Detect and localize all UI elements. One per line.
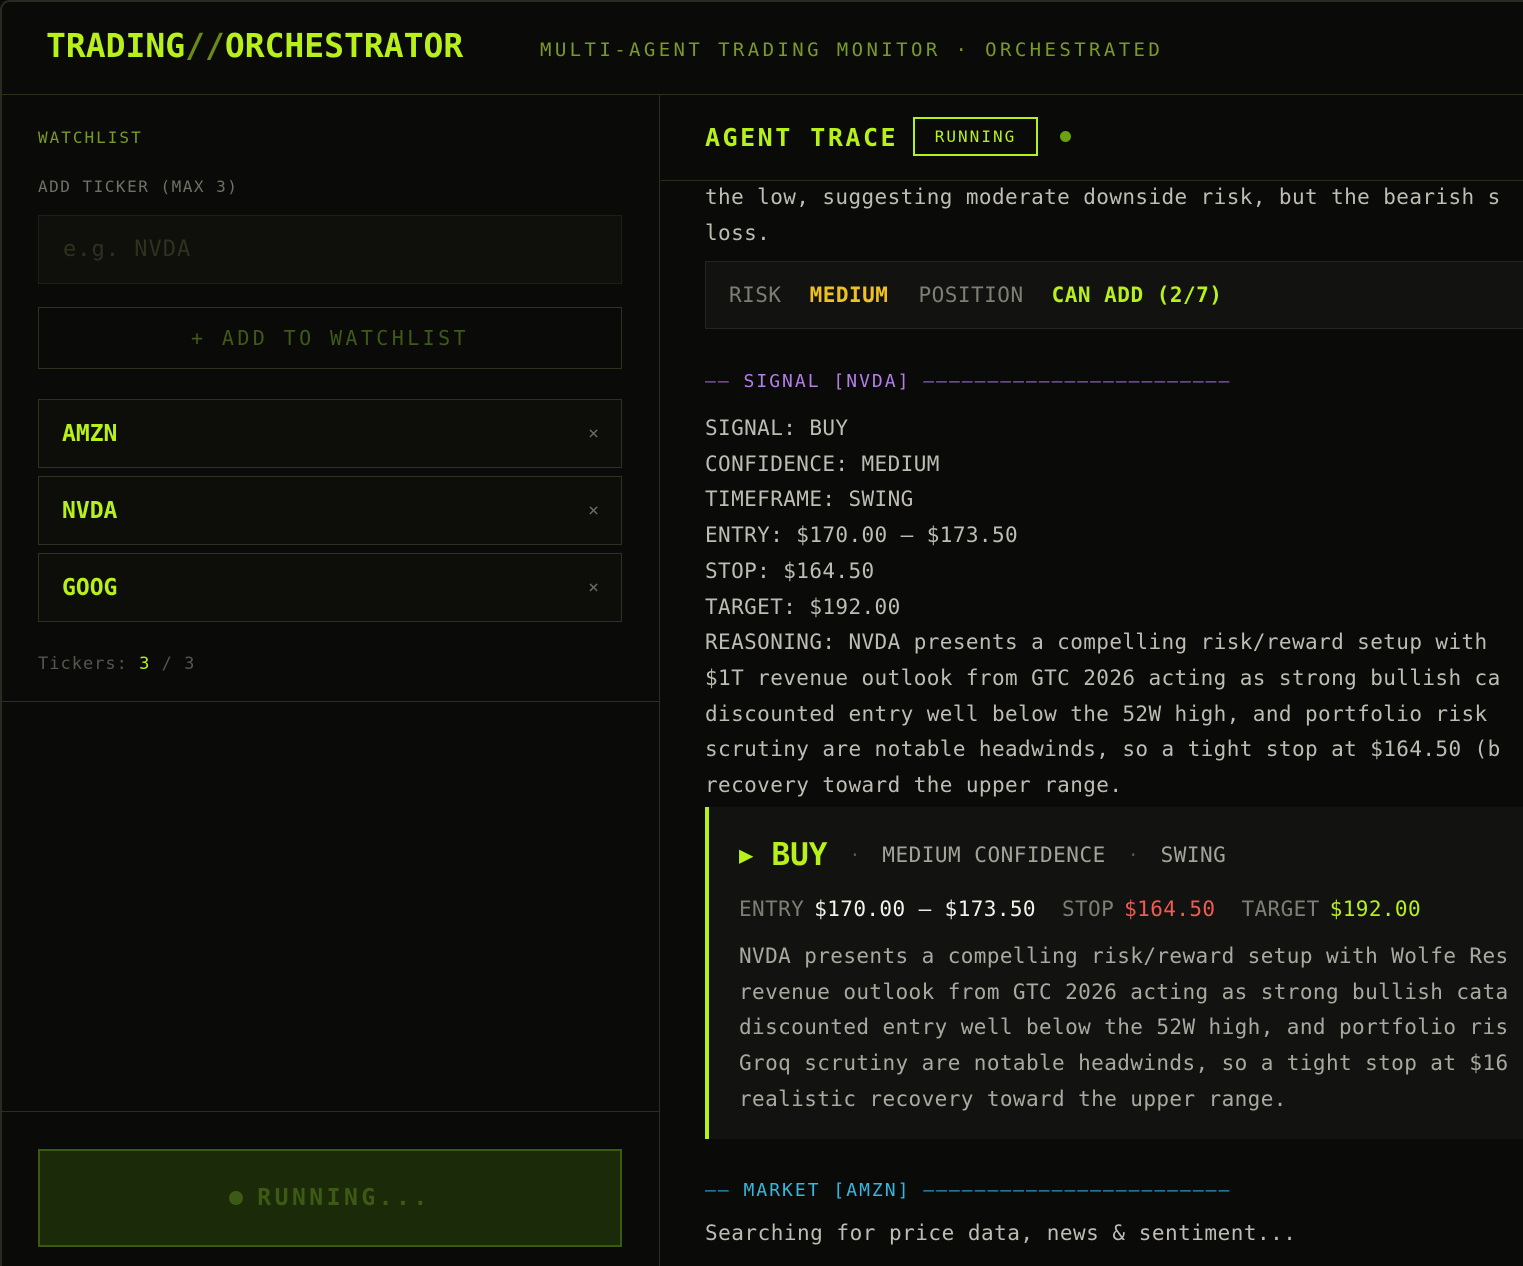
add-ticker-label: ADD TICKER (MAX 3) xyxy=(38,177,239,196)
signal-prices: ENTRY $170.00 – $173.50 STOP $164.50 TARGET $… xyxy=(739,897,1421,921)
stop-label: STOP xyxy=(1061,897,1115,921)
app-window: TRADING//ORCHESTRATOR MULTI-AGENT TRADIN… xyxy=(0,0,1523,1266)
trace-title: AGENT TRACE xyxy=(705,123,899,152)
status-dot-icon xyxy=(229,1191,244,1205)
stop-value: $164.50 xyxy=(1124,897,1216,921)
market-status-text: Searching for price data, news & sentime… xyxy=(705,1221,1297,1245)
divider xyxy=(2,701,660,702)
signal-section-header: —— SIGNAL [NVDA] ———————————————————————… xyxy=(705,371,1232,392)
trace-line: STOP: $164.50 xyxy=(705,558,875,583)
trace-line: CONFIDENCE: MEDIUM xyxy=(705,451,940,476)
signal-timeframe: SWING xyxy=(1160,843,1227,867)
play-triangle-icon: ▶ xyxy=(739,841,754,869)
trace-line: ENTRY: $170.00 – $173.50 xyxy=(705,523,1019,548)
watchlist-panel: WATCHLIST ADD TICKER (MAX 3) + ADD TO WA… xyxy=(2,95,660,1266)
trace-line: scrutiny are notable headwinds, so a tig… xyxy=(705,737,1501,762)
market-section-header: —— MARKET [AMZN] ———————————————————————… xyxy=(705,1180,1232,1201)
ticker-input[interactable] xyxy=(38,215,622,284)
signal-reasoning: NVDA presents a compelling risk/reward s… xyxy=(739,939,1509,1118)
trace-line: the low, suggesting moderate downside ri… xyxy=(705,185,1501,209)
target-value: $192.00 xyxy=(1329,897,1422,921)
entry-value: $170.00 – $173.50 xyxy=(814,897,1036,921)
signal-confidence: MEDIUM CONFIDENCE xyxy=(882,843,1106,867)
status-badge: RUNNING xyxy=(913,117,1038,156)
target-label: TARGET xyxy=(1241,897,1320,921)
reasoning-line: discounted entry well below the 52W high… xyxy=(739,1015,1509,1040)
trace-line: loss. xyxy=(705,220,771,245)
app-header: TRADING//ORCHESTRATOR MULTI-AGENT TRADIN… xyxy=(2,2,1523,95)
bullet-separator: · xyxy=(1127,844,1139,866)
entry-label: ENTRY xyxy=(739,897,805,921)
watchlist-symbol: AMZN xyxy=(62,420,118,447)
trace-line: TARGET: $192.00 xyxy=(705,594,901,619)
trace-line: REASONING: NVDA presents a compelling ri… xyxy=(705,630,1488,655)
pulse-dot-icon xyxy=(1060,131,1071,142)
divider xyxy=(2,1111,660,1112)
trace-line: TIMEFRAME: SWING xyxy=(705,487,914,512)
signal-action: BUY xyxy=(771,837,828,873)
trace-previous-text: the low, suggesting moderate downside ri… xyxy=(705,181,1523,251)
trace-line: discounted entry well below the 52W high… xyxy=(705,701,1488,726)
position-label: POSITION xyxy=(918,283,1024,307)
trace-line: $1T revenue outlook from GTC 2026 acting… xyxy=(705,665,1501,690)
watchlist-item-nvda[interactable]: NVDA × xyxy=(38,476,622,545)
trace-line: recovery toward the upper range. xyxy=(705,773,1123,798)
app-logo: TRADING//ORCHESTRATOR xyxy=(46,26,464,65)
risk-summary-bar: RISK MEDIUM POSITION CAN ADD (2/7) xyxy=(705,261,1523,329)
reasoning-line: Groq scrutiny are notable headwinds, so … xyxy=(739,1051,1509,1076)
remove-icon[interactable]: × xyxy=(588,577,599,598)
watchlist-symbol: NVDA xyxy=(62,497,118,524)
watchlist-section-label: WATCHLIST xyxy=(38,128,143,147)
app-subtitle: MULTI-AGENT TRADING MONITOR · ORCHESTRAT… xyxy=(540,39,1164,61)
reasoning-line: revenue outlook from GTC 2026 acting as … xyxy=(739,979,1509,1004)
reasoning-line: realistic recovery toward the upper rang… xyxy=(739,1086,1287,1111)
signal-card-header: ▶ BUY · MEDIUM CONFIDENCE · SWING xyxy=(739,837,1248,873)
remove-icon[interactable]: × xyxy=(588,423,599,444)
remove-icon[interactable]: × xyxy=(588,500,599,521)
run-button[interactable]: RUNNING... xyxy=(38,1149,622,1247)
trace-header: AGENT TRACE RUNNING xyxy=(661,95,1523,181)
agent-trace-panel: AGENT TRACE RUNNING the low, suggesting … xyxy=(661,95,1523,1266)
risk-value: MEDIUM xyxy=(809,283,889,307)
bullet-separator: · xyxy=(849,844,861,866)
risk-label: RISK xyxy=(729,283,782,307)
watchlist-symbol: GOOG xyxy=(62,574,118,601)
watchlist-item-goog[interactable]: GOOG × xyxy=(38,553,622,622)
signal-output: SIGNAL: BUY CONFIDENCE: MEDIUM TIMEFRAME… xyxy=(705,411,1523,804)
reasoning-line: NVDA presents a compelling risk/reward s… xyxy=(739,944,1509,968)
trace-line: SIGNAL: BUY xyxy=(705,416,849,440)
add-to-watchlist-button[interactable]: + ADD TO WATCHLIST xyxy=(38,307,622,369)
signal-card: ▶ BUY · MEDIUM CONFIDENCE · SWING ENTRY $… xyxy=(705,807,1523,1139)
watchlist-item-amzn[interactable]: AMZN × xyxy=(38,399,622,468)
position-value: CAN ADD (2/7) xyxy=(1051,283,1223,307)
ticker-count: Tickers: 3 / 3 xyxy=(38,654,196,674)
run-button-label: RUNNING... xyxy=(257,1185,431,1211)
